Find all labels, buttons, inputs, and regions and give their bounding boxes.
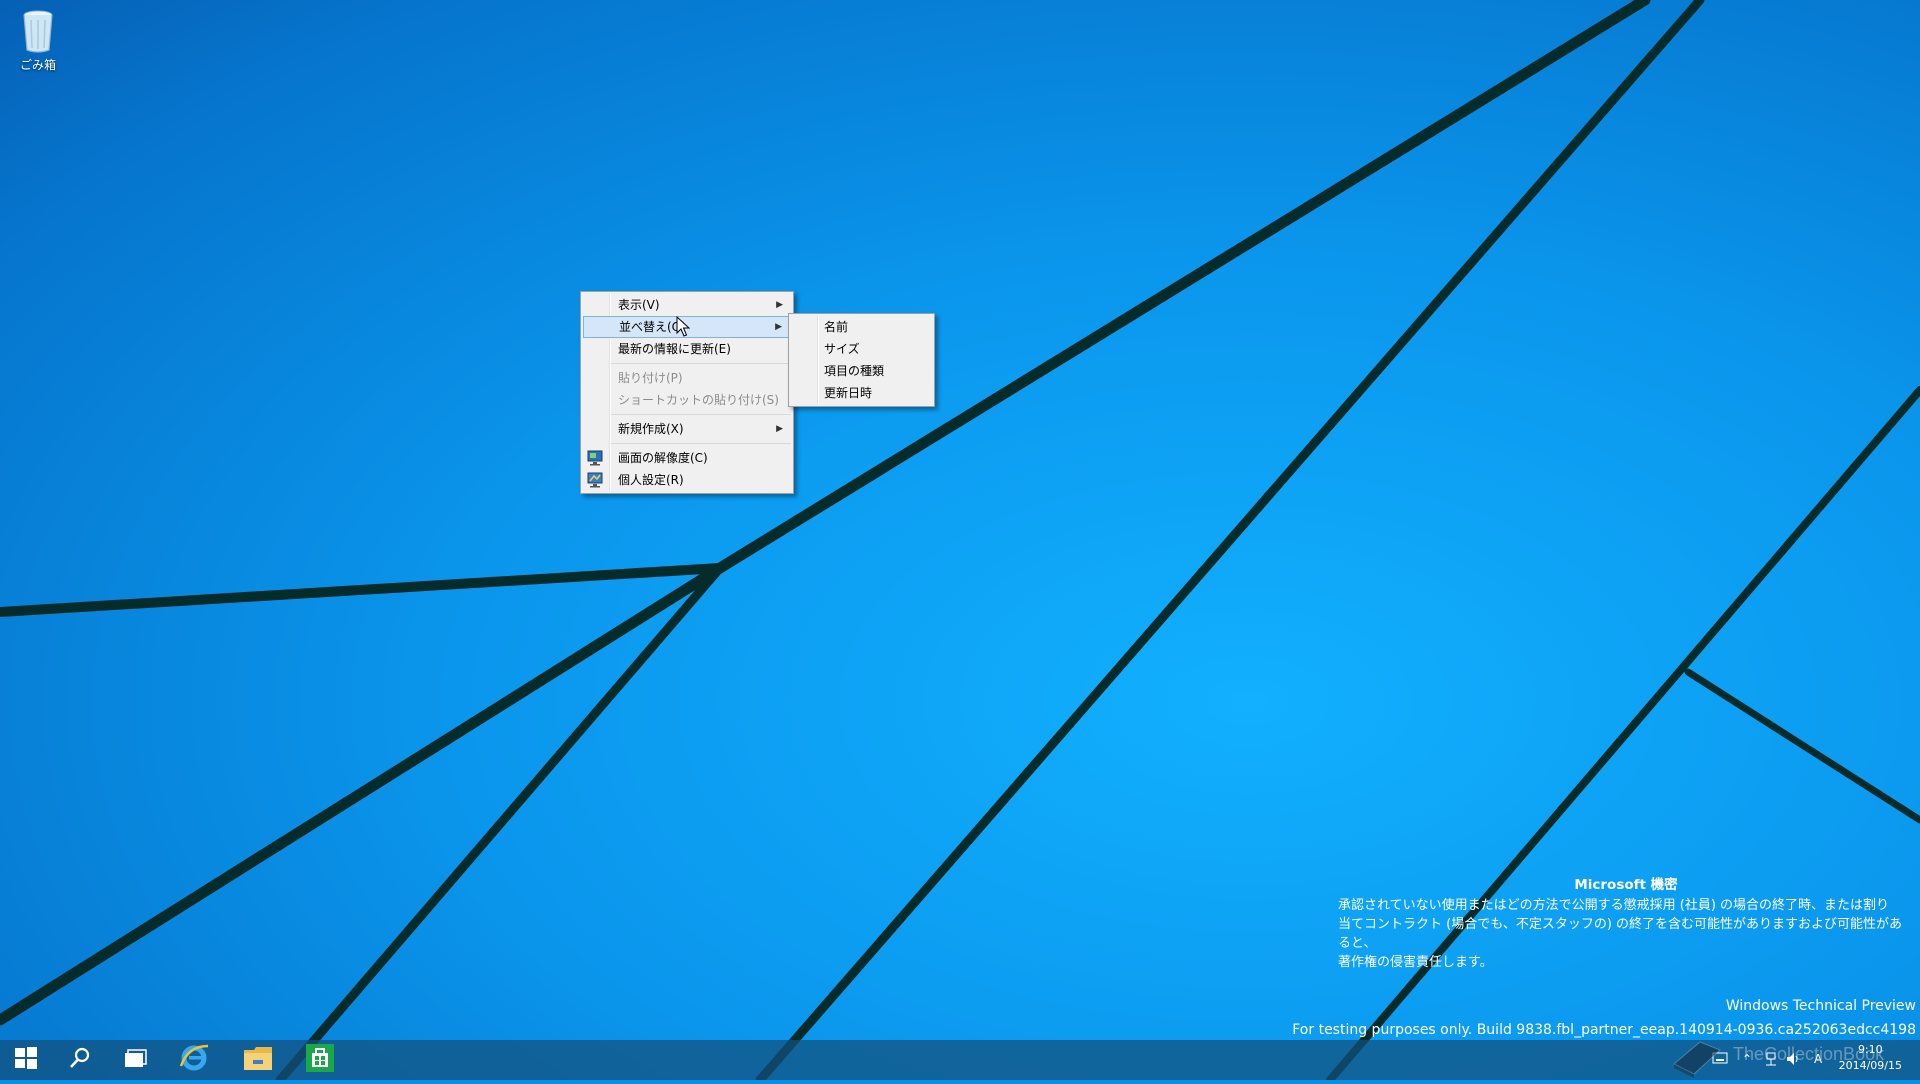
watermark-title: Microsoft 機密 bbox=[1574, 877, 1678, 893]
menu-item-label: 名前 bbox=[824, 320, 849, 334]
menu-item-paste[interactable]: 貼り付け(P) bbox=[583, 367, 791, 389]
internet-explorer-button[interactable] bbox=[168, 1040, 220, 1080]
book-watermark-text: TheCollectionBook bbox=[1733, 1044, 1885, 1064]
watermark-line: 当てコントラクト (場合でも、不定スタッフの) の終了を含む可能性がありますおよ… bbox=[1338, 917, 1903, 951]
watermark-line: 著作権の侵害責任します。 bbox=[1338, 955, 1493, 970]
menu-item-label: 新規作成(X) bbox=[618, 422, 684, 436]
file-explorer-button[interactable] bbox=[232, 1040, 284, 1080]
sort-by-size[interactable]: サイズ bbox=[791, 338, 932, 360]
recycle-bin-label: ごみ箱 bbox=[19, 58, 56, 72]
sort-by-item-type[interactable]: 項目の種類 bbox=[791, 360, 932, 382]
start-icon bbox=[14, 1046, 38, 1074]
taskbar: ⌃ A 9:10 2014/09/15 bbox=[0, 1040, 1920, 1080]
watermark-line: 承認されていない使用またはどの方法で公開する懲戒採用 (社員) の場合の終了時、… bbox=[1338, 898, 1890, 913]
submenu-arrow-icon: ▶ bbox=[776, 300, 783, 310]
task-view-icon bbox=[124, 1048, 148, 1072]
menu-item-label: 更新日時 bbox=[824, 386, 873, 400]
internet-explorer-icon bbox=[178, 1042, 210, 1078]
menu-item-new[interactable]: 新規作成(X) ▶ bbox=[583, 418, 791, 440]
menu-item-screen-resolution[interactable]: 画面の解像度(C) bbox=[583, 447, 791, 469]
sort-by-date-modified[interactable]: 更新日時 bbox=[791, 382, 932, 404]
search-button[interactable] bbox=[54, 1040, 106, 1080]
mouse-cursor-icon bbox=[676, 315, 691, 342]
menu-item-label: 最新の情報に更新(E) bbox=[618, 342, 731, 356]
search-icon bbox=[69, 1047, 91, 1073]
sort-submenu: 名前 サイズ 項目の種類 更新日時 bbox=[788, 313, 935, 407]
sort-by-name[interactable]: 名前 bbox=[791, 316, 932, 338]
personalize-icon bbox=[587, 472, 603, 488]
build-string: For testing purposes only. Build 9838.fb… bbox=[1292, 1022, 1916, 1038]
recycle-bin-icon bbox=[18, 6, 58, 54]
confidential-watermark: Microsoft 機密 承認されていない使用またはどの方法で公開する懲戒採用 … bbox=[1338, 876, 1914, 972]
menu-item-label: 画面の解像度(C) bbox=[618, 451, 708, 465]
store-icon bbox=[305, 1043, 335, 1077]
menu-item-personalize[interactable]: 個人設定(R) bbox=[583, 469, 791, 491]
build-info: Windows Technical Preview For testing pu… bbox=[1292, 994, 1916, 1042]
menu-item-label: ショートカットの貼り付け(S) bbox=[618, 393, 779, 407]
menu-item-label: 貼り付け(P) bbox=[618, 371, 683, 385]
task-view-button[interactable] bbox=[110, 1040, 162, 1080]
start-button[interactable] bbox=[0, 1040, 52, 1080]
file-explorer-icon bbox=[242, 1044, 274, 1076]
store-button[interactable] bbox=[294, 1040, 346, 1080]
book-watermark-icon bbox=[1670, 1036, 1724, 1084]
menu-item-label: 項目の種類 bbox=[824, 364, 885, 378]
display-icon bbox=[587, 450, 603, 466]
menu-item-label: 個人設定(R) bbox=[618, 473, 684, 487]
recycle-bin[interactable]: ごみ箱 bbox=[14, 6, 62, 73]
menu-separator bbox=[611, 443, 791, 444]
menu-item-label: 表示(V) bbox=[618, 298, 660, 312]
menu-separator bbox=[611, 363, 791, 364]
product-name: Windows Technical Preview bbox=[1725, 998, 1916, 1014]
menu-item-label: サイズ bbox=[824, 342, 860, 356]
submenu-arrow-icon: ▶ bbox=[775, 322, 782, 332]
menu-item-view[interactable]: 表示(V) ▶ bbox=[583, 294, 791, 316]
menu-item-paste-shortcut[interactable]: ショートカットの貼り付け(S) bbox=[583, 389, 791, 411]
submenu-arrow-icon: ▶ bbox=[776, 424, 783, 434]
menu-separator bbox=[611, 414, 791, 415]
